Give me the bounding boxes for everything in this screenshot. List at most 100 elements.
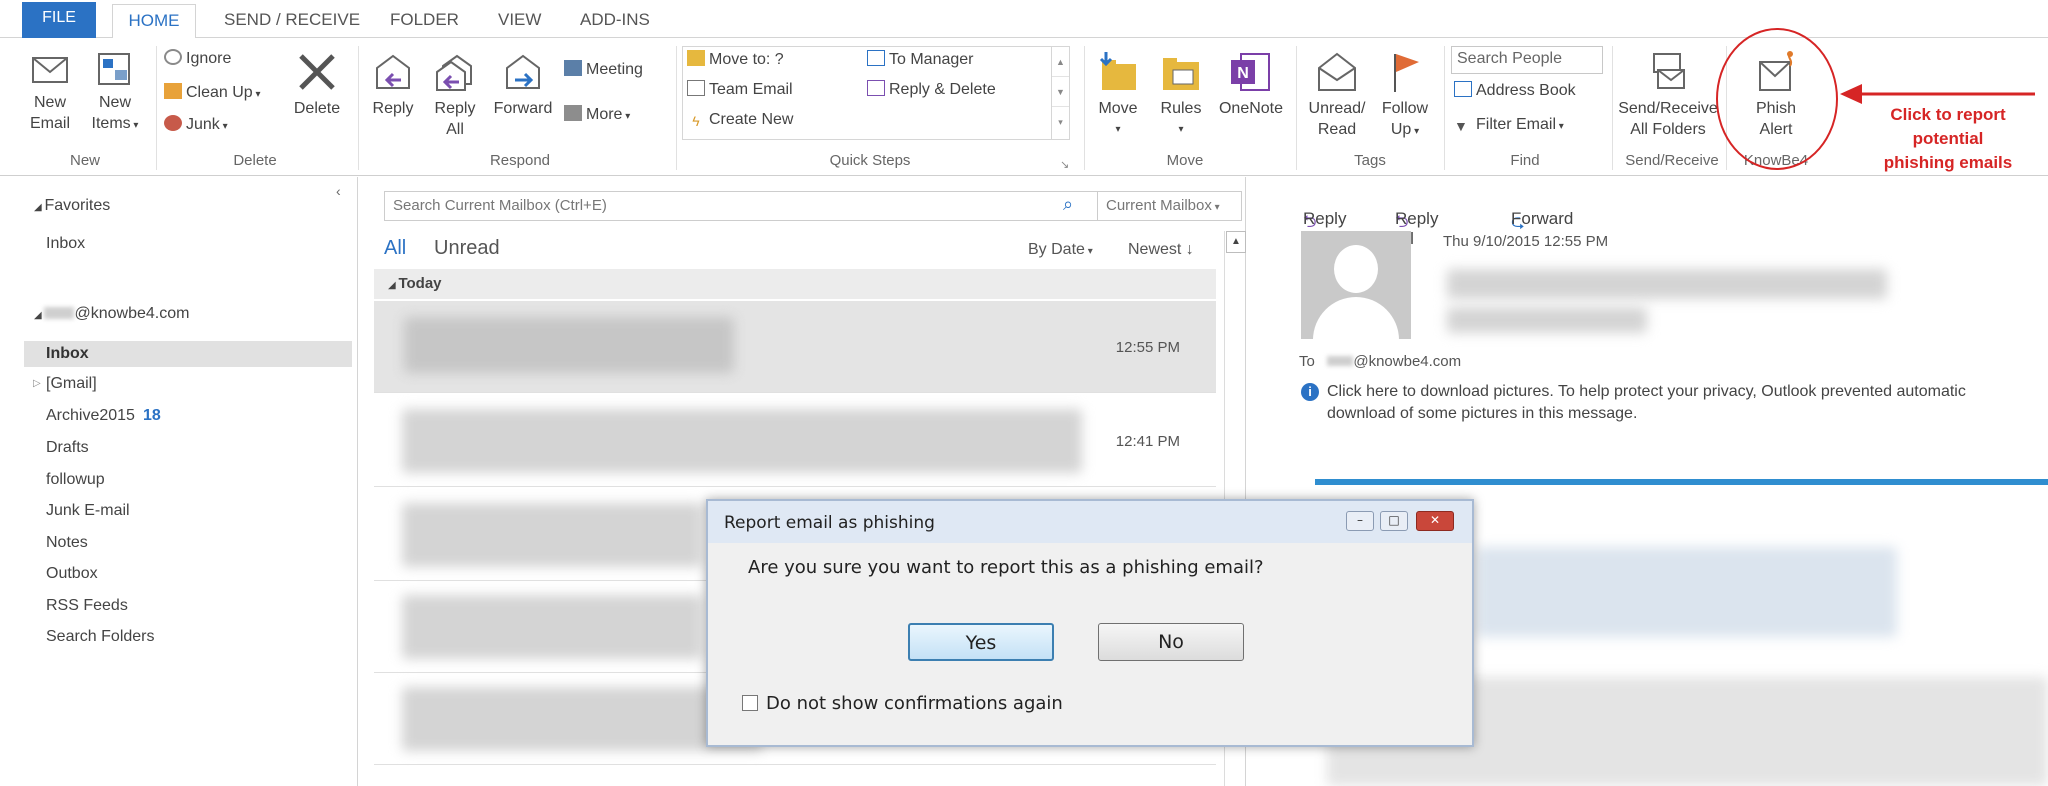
tab-folder[interactable]: FOLDER [380,4,469,38]
onenote-label: OneNote [1218,100,1284,117]
search-scope-dropdown[interactable]: Current Mailbox ▾ [1097,192,1228,220]
unread-count: 18 [142,407,161,424]
filter-email-button[interactable]: ▼ Filter Email ▾ [1454,114,1564,138]
follow-up-label-1: Follow [1381,100,1429,117]
quick-step-team-email[interactable]: Team Email [687,79,793,101]
quick-step-create-new[interactable]: ϟ Create New [687,109,793,131]
folder-outbox[interactable]: Outbox [46,565,98,583]
scroll-down-icon[interactable]: ▼ [1052,77,1069,107]
folder-search-folders[interactable]: Search Folders [46,628,155,646]
search-mailbox-input[interactable]: Search Current Mailbox (Ctrl+E) ⌕ Curren… [384,191,1242,221]
sort-order-toggle[interactable]: Newest ↓ [1128,241,1194,259]
address-book-button[interactable]: Address Book [1454,80,1576,102]
more-icon [564,105,582,121]
triangle-expanded-icon: ◢ [34,202,45,213]
meeting-label: Meeting [586,61,643,78]
tab-view[interactable]: VIEW [488,4,551,38]
meeting-button[interactable]: Meeting [564,59,643,81]
rp-reply-label: Reply [1303,209,1347,228]
group-label-new: New [69,152,100,169]
quick-step-move-to[interactable]: Move to: ? [687,49,784,71]
search-icon[interactable]: ⌕ [1063,194,1073,215]
delete-button[interactable]: Delete [286,50,348,119]
clean-up-icon [164,83,182,99]
address-book-icon [1454,81,1472,97]
group-label-delete: Delete [233,152,277,169]
collapse-pane-icon[interactable]: ‹ [336,183,341,199]
delete-label: Delete [293,100,341,117]
reply-all-button[interactable]: Reply All [428,50,482,140]
clean-up-button[interactable]: Clean Up ▾ [164,82,261,106]
follow-up-button[interactable]: Follow Up ▾ [1374,50,1436,142]
dialog-launcher-icon[interactable]: ↘ [1060,154,1069,176]
unread-read-button[interactable]: Unread/ Read [1302,50,1372,140]
message-row[interactable]: 12:55 PM [374,301,1216,393]
tab-home[interactable]: HOME [112,4,196,39]
folder-inbox[interactable]: Inbox [24,341,352,367]
folder-archive2015[interactable]: Archive2015 18 [46,407,161,425]
forward-icon [506,54,540,89]
folder-followup[interactable]: followup [46,471,105,489]
quick-step-to-manager[interactable]: To Manager [867,49,974,71]
send-receive-all-button[interactable]: Send/Receive All Folders [1616,50,1720,140]
junk-label: Junk [186,116,220,133]
search-placeholder: Search Current Mailbox (Ctrl+E) [393,197,607,214]
ribbon-divider [1612,46,1613,170]
scroll-up-icon[interactable]: ▲ [1052,47,1069,77]
minimize-icon[interactable]: – [1346,511,1374,531]
dont-show-again-checkbox[interactable]: Do not show confirmations again [742,693,1063,714]
send-receive-icon [1653,53,1685,89]
arrow-down-icon: ↓ [1181,241,1194,258]
quick-step-reply-delete[interactable]: Reply & Delete [867,79,996,101]
yes-button[interactable]: Yes [908,623,1054,661]
rules-icon [1163,58,1199,90]
filter-all[interactable]: All [384,237,406,260]
onenote-button[interactable]: N OneNote [1212,50,1290,119]
folder-rss-feeds[interactable]: RSS Feeds [46,597,128,615]
forward-button[interactable]: Forward [488,50,558,119]
account-header[interactable]: ◢ @knowbe4.com [34,305,189,323]
move-folder-icon [1099,52,1136,90]
new-email-label-1: New [33,94,66,111]
blurred-sender [1447,269,1887,299]
filter-unread[interactable]: Unread [434,237,500,260]
group-label-quick-steps: Quick Steps [829,152,911,169]
tab-file[interactable]: FILE [22,2,96,38]
dialog-title-bar: Report email as phishing – □ ✕ [708,501,1472,543]
favorites-header[interactable]: ◢ Favorites [34,197,110,215]
new-items-button[interactable]: New Items ▾ [82,50,148,136]
folder-gmail[interactable]: ▷ [Gmail] [33,375,97,393]
tab-send-receive[interactable]: SEND / RECEIVE [214,4,370,38]
no-button[interactable]: No [1098,623,1244,661]
gallery-expand-icon[interactable]: ▾ [1052,107,1069,137]
folder-junk[interactable]: Junk E-mail [46,502,130,520]
respond-more-label: More [586,106,623,123]
maximize-icon[interactable]: □ [1380,511,1408,531]
tab-add-ins[interactable]: ADD-INS [570,4,660,38]
favorite-inbox[interactable]: Inbox [46,235,85,253]
junk-button[interactable]: Junk ▾ [164,114,228,138]
sort-by-dropdown[interactable]: By Date ▾ [1028,241,1093,259]
group-header-today[interactable]: ◢ Today [374,269,1216,299]
close-icon[interactable]: ✕ [1416,511,1454,531]
checkbox-icon[interactable] [742,695,758,711]
search-people-input[interactable]: Search People [1451,46,1603,74]
download-pictures-infobar[interactable]: i Click here to download pictures. To he… [1301,381,2048,425]
message-row[interactable]: 12:41 PM [374,395,1216,487]
scroll-up-icon[interactable]: ▲ [1226,231,1246,253]
ignore-button[interactable]: Ignore [164,48,231,70]
respond-more-button[interactable]: More ▾ [564,104,630,128]
rules-button[interactable]: Rules ▾ [1152,50,1210,140]
folder-drafts[interactable]: Drafts [46,439,89,457]
reply-button[interactable]: Reply [366,50,420,119]
new-email-button[interactable]: New Email [20,50,80,134]
quick-steps-scroll[interactable]: ▲ ▼ ▾ [1051,47,1069,139]
quick-step-label: Team Email [709,81,793,98]
message-date: Thu 9/10/2015 12:55 PM [1443,233,1609,250]
move-button[interactable]: Move ▾ [1090,50,1146,140]
folder-notes[interactable]: Notes [46,534,88,552]
message-banner-divider [1315,479,2048,485]
sender-avatar [1301,231,1411,339]
group-today-label: Today [398,275,442,292]
send-receive-label-1: Send/Receive [1618,100,1718,117]
